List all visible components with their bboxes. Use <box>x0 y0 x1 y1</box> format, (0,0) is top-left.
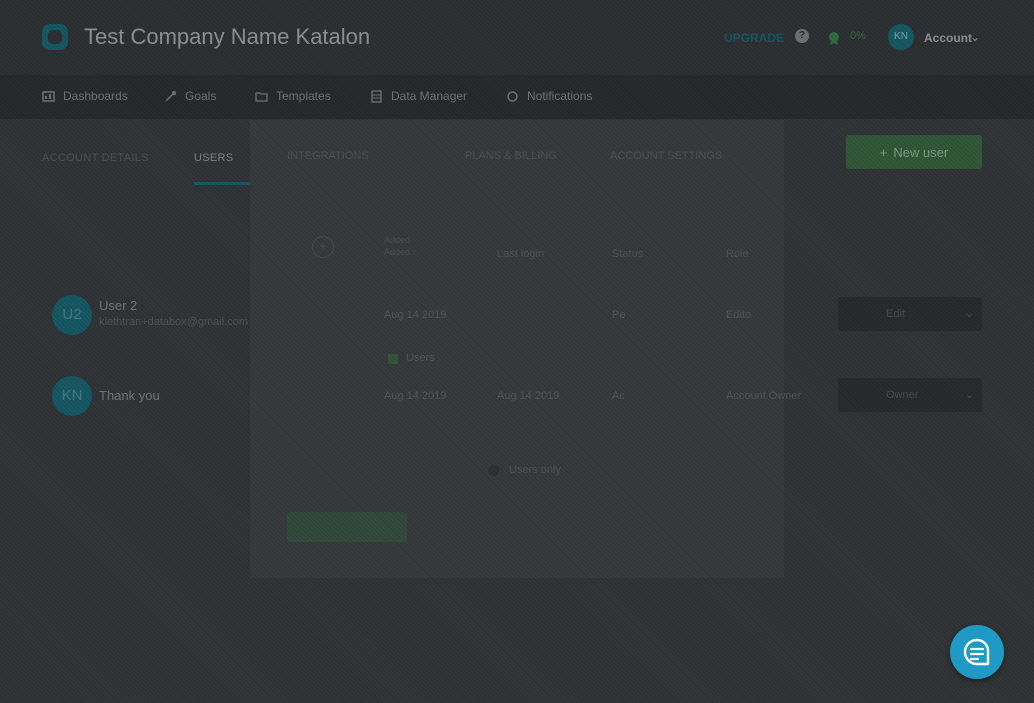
tab-account-details[interactable]: ACCOUNT DETAILS <box>42 152 149 164</box>
upgrade-link[interactable]: UPGRADE <box>724 31 784 45</box>
user-last-login: Aug 14 2019 <box>497 390 560 402</box>
chat-icon <box>963 638 990 666</box>
chevron-down-icon: ⌄ <box>964 308 974 320</box>
chevron-down-icon: ⌄ <box>964 389 974 401</box>
user-email: kiethtran+databox@gmail.com <box>99 316 249 328</box>
active-tab-indicator <box>194 182 250 185</box>
role-select-value: Edit <box>886 308 905 320</box>
top-bar: Test Company Name Katalon UPGRADE ? 0% K… <box>0 0 1034 75</box>
user-added: Aug 14 2019 <box>384 309 447 321</box>
role-select[interactable]: Edit ⌄ <box>838 297 982 331</box>
modal-dialog <box>250 120 784 578</box>
nav-label: Dashboards <box>63 89 128 103</box>
user-name: Thank you <box>99 388 160 403</box>
radio-label: Users only <box>509 464 561 476</box>
checkbox-label: Users <box>406 352 435 364</box>
database-icon <box>371 89 382 103</box>
user-status: Pe <box>612 309 626 321</box>
nav-label: Data Manager <box>391 89 468 103</box>
nav-data-manager[interactable]: Data Manager <box>370 89 467 103</box>
account-menu[interactable]: Account <box>924 31 972 45</box>
nav-notifications[interactable]: Notifications <box>506 89 592 103</box>
tab-integrations[interactable]: INTEGRATIONS <box>287 150 369 162</box>
nav-label: Templates <box>276 89 331 103</box>
role-select[interactable]: Owner ⌄ <box>838 378 982 412</box>
help-icon[interactable]: ? <box>795 29 809 43</box>
nav-label: Notifications <box>527 89 593 103</box>
nav-goals[interactable]: Goals <box>164 89 216 103</box>
bell-icon <box>507 90 518 102</box>
chat-button[interactable] <box>950 625 1004 679</box>
new-user-label: New user <box>893 144 949 160</box>
user-name: User 2 <box>99 298 138 313</box>
goal-badge-icon[interactable] <box>826 30 842 46</box>
company-logo-icon[interactable] <box>42 24 68 50</box>
plus-icon: + <box>879 144 888 160</box>
mini-header-line: Added ↑ <box>384 247 418 257</box>
badge-count: 0% <box>850 30 866 42</box>
add-circle-icon[interactable]: + <box>312 236 334 258</box>
tab-plans-billing[interactable]: PLANS & BILLING <box>465 150 557 162</box>
col-role[interactable]: Role <box>726 248 749 260</box>
user-status: Ac <box>612 390 625 402</box>
col-status[interactable]: Status <box>612 248 643 260</box>
tab-account-settings[interactable]: ACCOUNT SETTINGS <box>610 150 722 162</box>
nav-label: Goals <box>185 89 217 103</box>
chevron-down-icon[interactable]: ⌄ <box>970 30 980 44</box>
radio-users-only[interactable] <box>488 465 499 476</box>
user-added: Aug 14 2019 <box>384 390 447 402</box>
account-avatar[interactable]: KN <box>888 24 914 50</box>
nav-dashboards[interactable]: Dashboards <box>42 89 128 103</box>
role-select-value: Owner <box>886 389 919 401</box>
new-user-button[interactable]: + New user <box>846 135 982 169</box>
col-last-login[interactable]: Last login <box>497 248 544 260</box>
user-role: Edito <box>726 309 752 321</box>
modal-confirm-button[interactable] <box>287 512 407 542</box>
tab-users[interactable]: USERS <box>194 152 233 164</box>
avatar: U2 <box>52 295 92 335</box>
mini-header-line: Added <box>384 235 411 245</box>
goals-icon <box>165 90 176 102</box>
dashboard-icon <box>42 90 55 102</box>
users-checkbox[interactable] <box>388 354 398 364</box>
folder-icon <box>255 91 268 102</box>
avatar: KN <box>52 376 92 416</box>
mini-header: Added Added ↑ <box>384 234 417 258</box>
company-name: Test Company Name Katalon <box>84 24 371 49</box>
user-role: Account Owner <box>726 390 802 402</box>
nav-templates[interactable]: Templates <box>255 89 331 103</box>
